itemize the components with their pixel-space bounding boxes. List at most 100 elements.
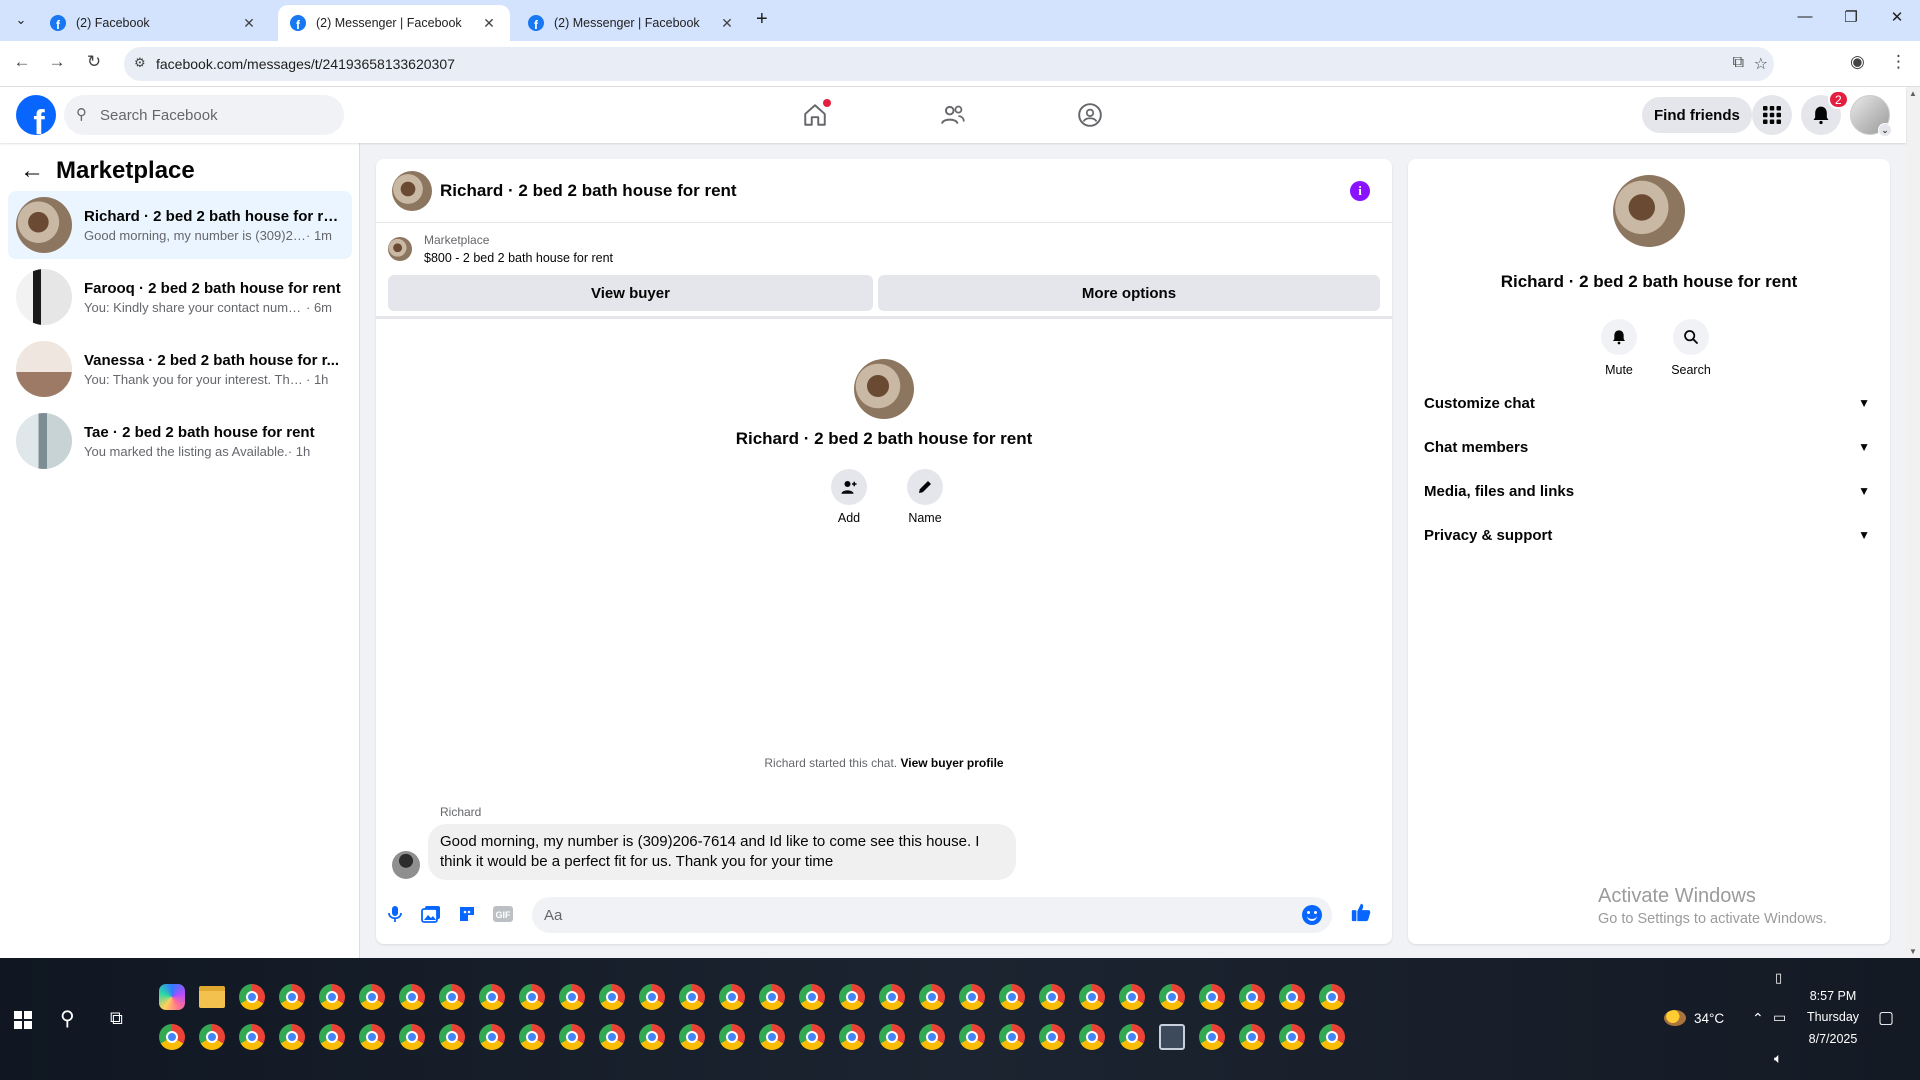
clock-time[interactable]: 8:57 PM <box>1804 989 1862 1003</box>
media-files-links-section[interactable]: Media, files and links ▼ <box>1424 469 1874 513</box>
temperature[interactable]: 34°C <box>1694 1011 1724 1026</box>
chrome-window-icon[interactable] <box>599 984 625 1010</box>
gif-icon[interactable]: GIF <box>492 903 514 925</box>
chrome-window-icon[interactable] <box>439 984 465 1010</box>
chrome-window-icon[interactable] <box>399 984 425 1010</box>
chrome-window-icon[interactable] <box>439 1024 465 1050</box>
clock-day[interactable]: Thursday <box>1800 1010 1866 1024</box>
chrome-window-icon[interactable] <box>839 1024 865 1050</box>
add-people-button[interactable]: Add <box>831 469 867 525</box>
new-tab-plus-icon[interactable]: + <box>756 8 768 31</box>
listing-title[interactable]: $800 - 2 bed 2 bath house for rent <box>424 251 613 265</box>
chrome-window-icon[interactable] <box>919 984 945 1010</box>
chat-members-section[interactable]: Chat members ▼ <box>1424 425 1874 469</box>
tab-search-icon[interactable]: ⌄ <box>10 9 32 31</box>
chrome-window-icon[interactable] <box>719 984 745 1010</box>
chrome-window-icon[interactable] <box>1039 984 1065 1010</box>
chrome-window-icon[interactable] <box>879 984 905 1010</box>
site-info-icon[interactable]: ⚙ <box>134 55 146 71</box>
window-close-icon[interactable]: ✕ <box>1874 8 1920 26</box>
chrome-window-icon[interactable] <box>1199 1024 1225 1050</box>
chrome-window-icon[interactable] <box>1239 984 1265 1010</box>
file-explorer-icon[interactable] <box>199 986 225 1008</box>
minimize-icon[interactable]: — <box>1782 8 1828 25</box>
sticker-icon[interactable] <box>456 903 478 925</box>
chat-info-icon[interactable]: i <box>1350 181 1370 201</box>
account-avatar[interactable]: ⌄ <box>1850 95 1892 137</box>
find-friends-button[interactable]: Find friends <box>1642 97 1752 133</box>
chrome-window-icon[interactable] <box>679 1024 705 1050</box>
chrome-window-icon[interactable] <box>959 1024 985 1050</box>
chrome-window-icon[interactable] <box>399 1024 425 1050</box>
taskbar-search-icon[interactable]: ⚲ <box>60 1006 75 1031</box>
chrome-window-icon[interactable] <box>519 984 545 1010</box>
chrome-window-icon[interactable] <box>199 1024 225 1050</box>
back-arrow-icon[interactable]: ← <box>10 52 34 72</box>
chrome-window-icon[interactable] <box>359 1024 385 1050</box>
facebook-search-input[interactable]: ⚲ Search Facebook <box>64 95 344 135</box>
chrome-window-icon[interactable] <box>519 1024 545 1050</box>
customize-chat-section[interactable]: Customize chat ▼ <box>1424 381 1874 425</box>
page-scrollbar[interactable]: ▲ ▼ <box>1906 87 1920 958</box>
chrome-window-icon[interactable] <box>279 984 305 1010</box>
facebook-logo[interactable]: f <box>16 95 56 135</box>
chrome-window-icon[interactable] <box>799 984 825 1010</box>
chrome-window-icon[interactable] <box>599 1024 625 1050</box>
chrome-window-icon[interactable] <box>639 984 665 1010</box>
conversation-farooq[interactable]: Farooq · 2 bed 2 bath house for rent You… <box>8 263 352 331</box>
chrome-window-icon[interactable] <box>479 1024 505 1050</box>
chrome-window-icon[interactable] <box>1159 984 1185 1010</box>
close-tab-icon[interactable]: ✕ <box>240 15 258 32</box>
network-icon[interactable]: ▭ <box>1773 1009 1786 1026</box>
chrome-window-icon[interactable] <box>239 1024 265 1050</box>
chrome-window-icon[interactable] <box>1279 984 1305 1010</box>
scroll-down-arrow-icon[interactable]: ▼ <box>1909 947 1917 956</box>
view-buyer-button[interactable]: View buyer <box>388 275 873 311</box>
chrome-window-icon[interactable] <box>759 1024 785 1050</box>
message-bubble[interactable]: Good morning, my number is (309)206-7614… <box>428 824 1016 880</box>
chrome-window-icon[interactable] <box>1319 984 1345 1010</box>
message-input[interactable]: Aa <box>532 897 1332 933</box>
forward-arrow-icon[interactable]: → <box>45 52 69 72</box>
back-arrow-icon[interactable]: ← <box>20 157 44 185</box>
clock-date[interactable]: 8/7/2025 <box>1804 1032 1862 1046</box>
browser-tab-messenger-active[interactable]: f (2) Messenger | Facebook ✕ <box>278 5 510 41</box>
chrome-window-icon[interactable] <box>759 984 785 1010</box>
conversation-richard[interactable]: Richard · 2 bed 2 bath house for re... G… <box>8 191 352 259</box>
chrome-window-icon[interactable] <box>1279 1024 1305 1050</box>
privacy-support-section[interactable]: Privacy & support ▼ <box>1424 513 1874 557</box>
chrome-window-icon[interactable] <box>159 1024 185 1050</box>
chat-title[interactable]: Richard · 2 bed 2 bath house for rent <box>440 181 737 201</box>
chrome-window-icon[interactable] <box>799 1024 825 1050</box>
battery-icon[interactable]: ▯ <box>1775 970 1782 986</box>
chrome-window-icon[interactable] <box>1199 984 1225 1010</box>
chrome-window-icon[interactable] <box>1039 1024 1065 1050</box>
copilot-app-icon[interactable] <box>159 984 185 1010</box>
chrome-window-icon[interactable] <box>1239 1024 1265 1050</box>
thumbs-up-icon[interactable] <box>1350 901 1372 923</box>
close-tab-icon[interactable]: ✕ <box>718 15 736 32</box>
nav-groups[interactable] <box>1070 97 1110 133</box>
chrome-window-icon[interactable] <box>839 984 865 1010</box>
chrome-window-icon[interactable] <box>319 1024 345 1050</box>
browser-tab-messenger[interactable]: f (2) Messenger | Facebook ✕ <box>516 5 748 41</box>
restore-icon[interactable]: ❐ <box>1828 8 1874 26</box>
menu-grid-button[interactable] <box>1752 95 1792 135</box>
sender-avatar[interactable] <box>392 851 420 879</box>
name-chat-button[interactable]: Name <box>907 469 943 525</box>
conversation-tae[interactable]: Tae · 2 bed 2 bath house for rent You ma… <box>8 407 352 475</box>
reload-icon[interactable]: ↻ <box>82 52 106 72</box>
show-hidden-icons-chevron-icon[interactable]: ⌃ <box>1752 1010 1764 1027</box>
chrome-window-icon[interactable] <box>559 1024 585 1050</box>
task-view-icon[interactable]: ⧉ <box>110 1008 123 1029</box>
close-tab-icon[interactable]: ✕ <box>480 15 498 32</box>
chat-avatar[interactable] <box>392 171 432 211</box>
conversation-vanessa[interactable]: Vanessa · 2 bed 2 bath house for r... Yo… <box>8 335 352 403</box>
emoji-icon[interactable] <box>1302 905 1322 925</box>
chrome-window-icon[interactable] <box>1079 1024 1105 1050</box>
chrome-window-icon[interactable] <box>359 984 385 1010</box>
chrome-window-icon[interactable] <box>959 984 985 1010</box>
chrome-window-icon[interactable] <box>1119 984 1145 1010</box>
chrome-window-icon[interactable] <box>679 984 705 1010</box>
chrome-window-icon[interactable] <box>719 1024 745 1050</box>
